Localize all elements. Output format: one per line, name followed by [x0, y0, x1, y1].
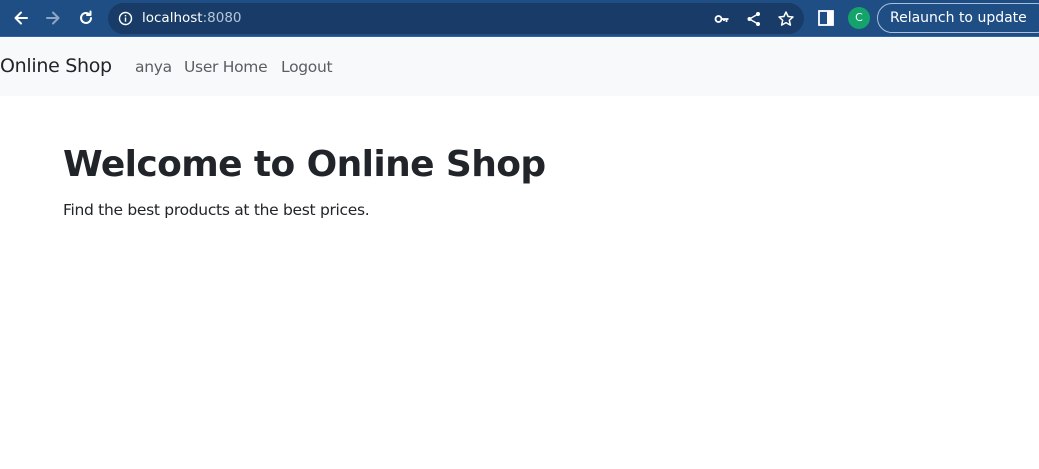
info-icon[interactable]	[118, 11, 133, 26]
page-title: Welcome to Online Shop	[63, 144, 546, 185]
back-arrow-icon[interactable]	[9, 6, 33, 30]
url-text[interactable]: localhost:8080	[142, 3, 242, 34]
relaunch-button[interactable]: Relaunch to update	[877, 3, 1039, 33]
share-icon[interactable]	[745, 10, 763, 28]
key-icon[interactable]	[713, 10, 731, 28]
nav-link-logout[interactable]: Logout	[281, 58, 333, 76]
page-subtitle: Find the best products at the best price…	[63, 201, 370, 219]
nav-link-username[interactable]: anya	[135, 58, 172, 76]
side-panel-icon[interactable]	[817, 9, 835, 27]
reload-icon[interactable]	[74, 6, 98, 30]
url-host: localhost	[142, 10, 203, 26]
address-bar[interactable]: localhost:8080	[108, 3, 804, 34]
forward-arrow-icon[interactable]	[41, 6, 65, 30]
brand-link[interactable]: Online Shop	[0, 55, 112, 77]
star-icon[interactable]	[777, 10, 795, 28]
site-navbar: Online Shop anya User Home Logout	[0, 38, 1039, 96]
url-port: :8080	[202, 10, 242, 26]
browser-toolbar: localhost:8080 C Relaunch to update	[0, 0, 1039, 37]
nav-link-user-home[interactable]: User Home	[184, 58, 268, 76]
avatar[interactable]: C	[848, 7, 870, 29]
